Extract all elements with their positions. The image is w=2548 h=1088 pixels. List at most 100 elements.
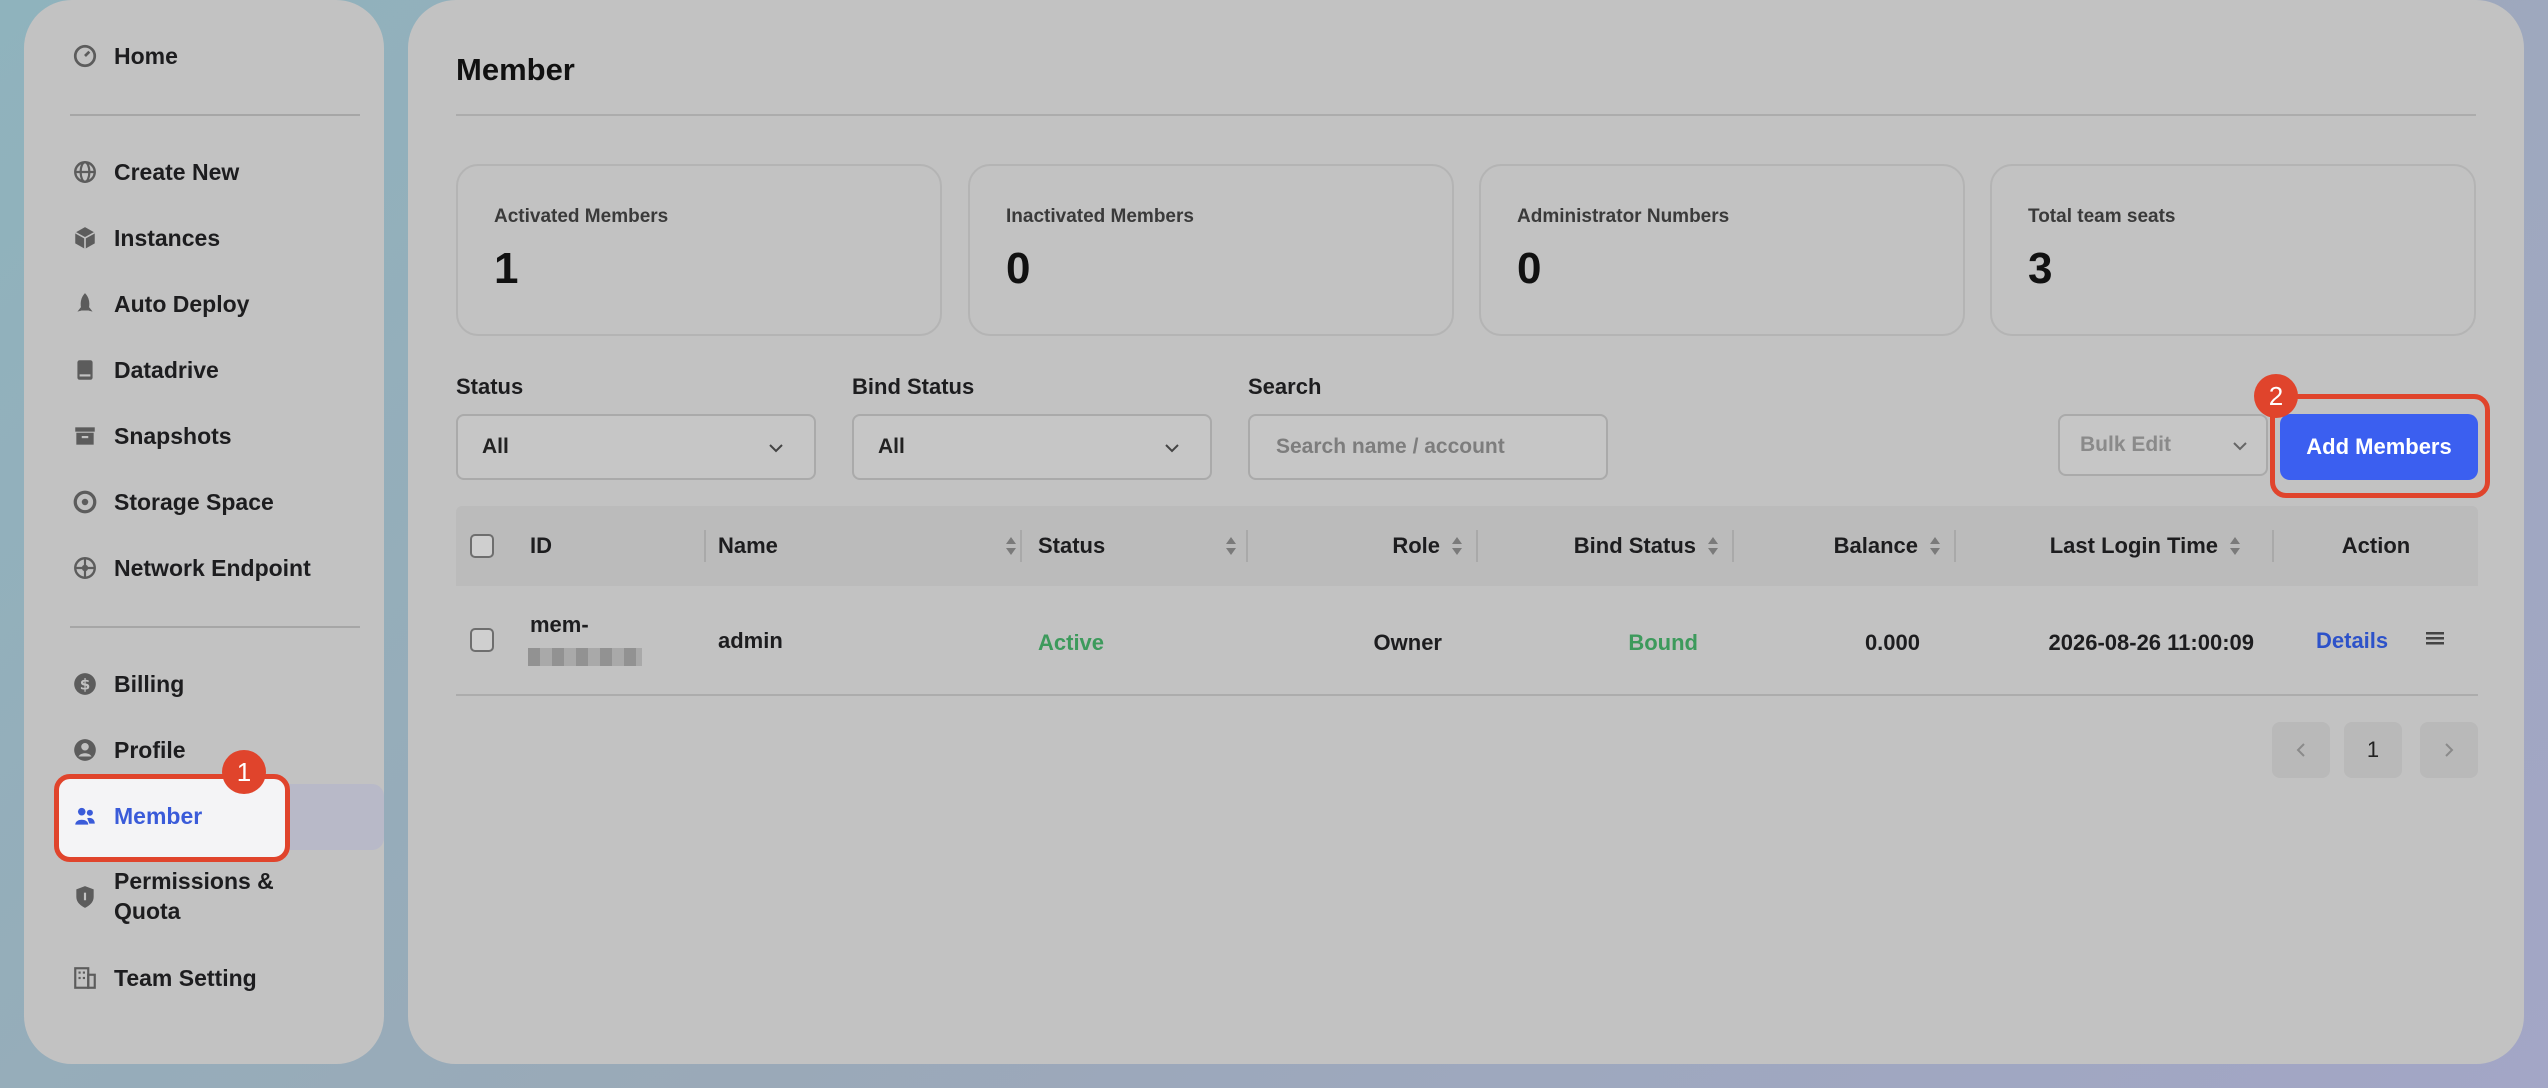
table-header: ID Name Status Role Bind Status Balance (456, 506, 2478, 586)
column-divider (1020, 530, 1022, 562)
sidebar-item-label: Auto Deploy (114, 290, 250, 317)
chevron-left-icon (2296, 743, 2305, 757)
next-page-button[interactable] (2420, 722, 2478, 778)
building-icon (72, 965, 98, 991)
stat-card-activated: Activated Members 1 (456, 164, 942, 336)
sidebar-item-label: Permissions & Quota (114, 868, 274, 924)
rocket-icon (72, 291, 98, 317)
sidebar-item-label: Snapshots (114, 422, 232, 449)
sidebar-item-label: Create New (114, 158, 240, 185)
status-select[interactable]: All (456, 414, 816, 480)
bulk-edit-label: Bulk Edit (2080, 433, 2172, 456)
search-input[interactable] (1248, 414, 1608, 480)
details-link[interactable]: Details (2316, 628, 2388, 654)
sidebar-item-label: Member (114, 802, 203, 829)
select-all-checkbox[interactable] (470, 534, 494, 558)
sidebar-item-create-new[interactable]: Create New (72, 150, 239, 194)
shield-icon (72, 884, 98, 910)
column-header-last-login[interactable]: Last Login Time (1964, 506, 2242, 586)
stat-value: 0 (1517, 244, 1542, 293)
bind-status-select[interactable]: All (852, 414, 1212, 480)
redacted-id (528, 648, 642, 666)
sidebar-item-snapshots[interactable]: Snapshots (72, 414, 232, 458)
stat-label: Administrator Numbers (1517, 206, 1730, 227)
stat-label: Total team seats (2028, 206, 2176, 227)
cell-role: Owner (1373, 630, 1442, 655)
sidebar-item-datadrive[interactable]: Datadrive (72, 348, 219, 392)
user-icon (72, 737, 98, 763)
stat-value: 3 (2028, 244, 2053, 293)
row-checkbox[interactable] (470, 628, 494, 652)
column-divider (1246, 530, 1248, 562)
column-header-bind-status[interactable]: Bind Status (1486, 506, 1720, 586)
cube-icon (72, 225, 98, 251)
sort-icon (1006, 537, 1016, 555)
dashboard-icon (72, 43, 98, 69)
page-number-button[interactable]: 1 (2344, 722, 2402, 778)
drive-icon (72, 357, 98, 383)
sidebar-divider (70, 114, 360, 116)
sidebar-item-storage-space[interactable]: Storage Space (72, 480, 274, 524)
prev-page-button[interactable] (2272, 722, 2330, 778)
sidebar-item-profile[interactable]: Profile (72, 728, 186, 772)
search-label: Search (1248, 374, 1322, 399)
column-header-role[interactable]: Role (1256, 506, 1464, 586)
cell-bind-status: Bound (1628, 630, 1698, 655)
cell-balance: 0.000 (1864, 630, 1920, 655)
sort-icon (1930, 537, 1940, 555)
stat-label: Inactivated Members (1006, 206, 1194, 227)
sidebar-item-auto-deploy[interactable]: Auto Deploy (72, 282, 249, 326)
bind-status-select-value: All (878, 435, 905, 458)
chevron-down-icon (2233, 442, 2247, 451)
sort-icon (1452, 537, 1462, 555)
title-divider (456, 114, 2476, 116)
more-menu-icon[interactable] (2424, 628, 2446, 648)
sidebar: Home Create New Instances Auto Deploy Da… (24, 0, 384, 1064)
sidebar-item-label: Instances (114, 224, 221, 251)
storage-icon (72, 489, 98, 515)
column-header-name[interactable]: Name (718, 506, 1018, 586)
stat-card-inactivated: Inactivated Members 0 (968, 164, 1454, 336)
chevron-right-icon (2445, 743, 2454, 757)
sidebar-item-label: Profile (114, 736, 186, 763)
chevron-down-icon (1165, 444, 1179, 453)
svg-text:$: $ (80, 675, 91, 693)
cell-last-login: 2026-08-26 11:00:09 (2048, 630, 2255, 655)
stat-label: Activated Members (494, 206, 669, 227)
sidebar-item-instances[interactable]: Instances (72, 216, 220, 260)
sidebar-item-network-endpoint[interactable]: Network Endpoint (72, 546, 311, 590)
sort-icon (2230, 537, 2240, 555)
stat-card-total-seats: Total team seats 3 (1990, 164, 2476, 336)
stat-value: 1 (494, 244, 519, 293)
sidebar-item-home[interactable]: Home (72, 34, 178, 78)
status-filter-label: Status (456, 374, 524, 399)
sidebar-item-label: Storage Space (114, 488, 274, 515)
column-header-action: Action (2341, 533, 2411, 558)
main-panel: Member Activated Members 1 Inactivated M… (408, 0, 2524, 1064)
column-divider (1954, 530, 1956, 562)
cell-id: mem- (530, 612, 589, 637)
step-badge-1: 1 (222, 750, 266, 794)
chevron-down-icon (769, 444, 783, 453)
sidebar-item-billing[interactable]: $ Billing (72, 662, 184, 706)
sidebar-item-label: Billing (114, 670, 185, 697)
sidebar-item-team-setting[interactable]: Team Setting (72, 956, 257, 1000)
sidebar-item-label: Network Endpoint (114, 554, 311, 581)
status-select-value: All (482, 435, 509, 458)
cell-name: admin (718, 628, 783, 653)
archive-icon (72, 423, 98, 449)
column-divider (1732, 530, 1734, 562)
column-divider (704, 530, 706, 562)
add-members-button[interactable]: Add Members (2280, 414, 2478, 480)
sidebar-item-label: Datadrive (114, 356, 219, 383)
column-header-status[interactable]: Status (1038, 506, 1238, 586)
cell-status: Active (1038, 630, 1105, 655)
column-header-id: ID (530, 533, 552, 558)
sidebar-item-member[interactable]: Member (72, 794, 202, 838)
bulk-edit-select[interactable]: Bulk Edit (2058, 414, 2268, 476)
column-header-balance[interactable]: Balance (1742, 506, 1942, 586)
sidebar-item-permissions-quota[interactable]: Permissions & Quota (72, 866, 294, 930)
table-row: mem- admin Active Owner Bound 0.000 2026… (456, 586, 2478, 696)
column-divider (1476, 530, 1478, 562)
sort-icon (1226, 537, 1236, 555)
